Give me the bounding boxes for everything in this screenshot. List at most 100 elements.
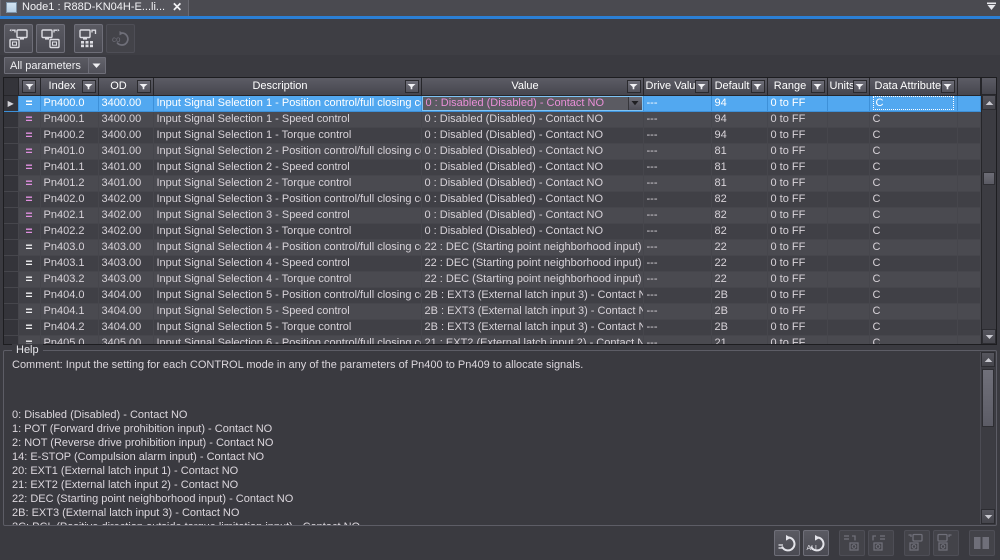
row-selector-cell[interactable]: ▶ bbox=[4, 95, 19, 112]
undo-select-icon bbox=[778, 535, 796, 552]
header-data-attribute[interactable]: Data Attribute bbox=[869, 78, 958, 96]
row-selector-cell[interactable] bbox=[4, 111, 19, 128]
cell-value[interactable]: 0 : Disabled (Disabled) - Contact NO bbox=[421, 143, 644, 160]
cell-value[interactable]: 0 : Disabled (Disabled) - Contact NO bbox=[421, 111, 644, 128]
row-selector-cell[interactable] bbox=[4, 159, 19, 176]
table-row[interactable]: = Pn403.1 3403.00 Input Signal Selection 4 … bbox=[4, 255, 981, 272]
grid-scroll-thumb[interactable] bbox=[983, 172, 995, 185]
help-scroll-down-button[interactable] bbox=[981, 509, 995, 524]
transfer-from-drive-button[interactable] bbox=[36, 24, 65, 53]
funnel-icon[interactable] bbox=[81, 79, 96, 93]
table-row[interactable]: = Pn405.0 3405.00 Input Signal Selection 6 … bbox=[4, 335, 981, 344]
cell-value[interactable]: 21 : EXT2 (External latch input 2) - Con… bbox=[421, 335, 644, 344]
chevron-down-icon[interactable] bbox=[627, 96, 642, 110]
row-selector-cell[interactable] bbox=[4, 319, 19, 336]
cell-value[interactable]: 0 : Disabled (Disabled) - Contact NO bbox=[421, 159, 644, 176]
row-selector-cell[interactable] bbox=[4, 239, 19, 256]
row-selector-cell[interactable] bbox=[4, 127, 19, 144]
grid-vertical-scrollbar[interactable] bbox=[981, 78, 996, 344]
row-selector-cell[interactable] bbox=[4, 175, 19, 192]
table-row[interactable]: = Pn401.0 3401.00 Input Signal Selection 2 … bbox=[4, 143, 981, 160]
table-row[interactable]: = Pn401.1 3401.00 Input Signal Selection 2 … bbox=[4, 159, 981, 176]
table-row[interactable]: = Pn402.2 3402.00 Input Signal Selection 3 … bbox=[4, 223, 981, 240]
row-selector-cell[interactable] bbox=[4, 303, 19, 320]
restore-default-button[interactable] bbox=[774, 530, 800, 556]
table-row[interactable]: ▶ = Pn400.0 3400.00 Input Signal Selection 1… bbox=[4, 95, 981, 112]
cell-value[interactable]: 0 : Disabled (Disabled) - Contact NO bbox=[421, 191, 644, 208]
cell-value[interactable]: 0 : Disabled (Disabled) - Contact NO bbox=[421, 223, 644, 240]
cell-drive-value: --- bbox=[643, 143, 712, 160]
tab-label: Node1 : R88D-KN04H-E...li... bbox=[22, 1, 166, 13]
cell-value[interactable]: 0 : Disabled (Disabled) - Contact NO bbox=[421, 175, 644, 192]
table-row[interactable]: = Pn404.1 3404.00 Input Signal Selection 5 … bbox=[4, 303, 981, 320]
funnel-icon[interactable] bbox=[404, 79, 419, 93]
header-status[interactable] bbox=[18, 78, 41, 96]
grid-scroll-up-button[interactable] bbox=[982, 95, 996, 110]
cell-index: Pn402.1 bbox=[40, 207, 99, 224]
table-row[interactable]: = Pn404.0 3404.00 Input Signal Selection 5 … bbox=[4, 287, 981, 304]
table-row[interactable]: = Pn400.1 3400.00 Input Signal Selection 1 … bbox=[4, 111, 981, 128]
row-selector-cell[interactable] bbox=[4, 223, 19, 240]
cell-value[interactable]: 2B : EXT3 (External latch input 3) - Con… bbox=[421, 319, 644, 336]
help-scroll-thumb[interactable] bbox=[982, 369, 994, 427]
cell-value[interactable]: 22 : DEC (Starting point neighborhood in… bbox=[421, 271, 644, 288]
transfer-to-drive-button[interactable] bbox=[4, 24, 33, 53]
funnel-icon[interactable] bbox=[940, 79, 955, 93]
header-od[interactable]: OD bbox=[98, 78, 154, 96]
compare-parameters-button[interactable] bbox=[74, 24, 103, 53]
row-selector-cell[interactable] bbox=[4, 191, 19, 208]
table-row[interactable]: = Pn403.2 3403.00 Input Signal Selection 4 … bbox=[4, 271, 981, 288]
row-selector-cell[interactable] bbox=[4, 207, 19, 224]
parameter-filter-select[interactable]: All parameters bbox=[4, 57, 106, 74]
help-vertical-scrollbar[interactable] bbox=[980, 352, 995, 524]
cell-value[interactable]: 22 : DEC (Starting point neighborhood in… bbox=[421, 255, 644, 272]
funnel-icon[interactable] bbox=[626, 79, 641, 93]
close-icon[interactable]: ✕ bbox=[170, 1, 182, 13]
restore-all-default-button[interactable]: ALL bbox=[803, 530, 829, 556]
table-row[interactable]: = Pn403.0 3403.00 Input Signal Selection 4 … bbox=[4, 239, 981, 256]
parameter-status-icon: = bbox=[25, 127, 33, 142]
table-row[interactable]: = Pn400.2 3400.00 Input Signal Selection 1 … bbox=[4, 127, 981, 144]
cell-drive-value: --- bbox=[643, 335, 712, 344]
grid-scroll-down-button[interactable] bbox=[982, 329, 996, 344]
chevron-down-icon[interactable] bbox=[87, 58, 105, 73]
table-row[interactable]: = Pn401.2 3401.00 Input Signal Selection 2 … bbox=[4, 175, 981, 192]
funnel-icon[interactable] bbox=[694, 79, 709, 93]
funnel-icon[interactable] bbox=[750, 79, 765, 93]
funnel-icon[interactable] bbox=[22, 79, 36, 93]
row-selector-cell[interactable] bbox=[4, 143, 19, 160]
header-value[interactable]: Value bbox=[421, 78, 644, 96]
header-default[interactable]: Default bbox=[711, 78, 768, 96]
funnel-icon[interactable] bbox=[852, 79, 867, 93]
cell-value[interactable]: 2B : EXT3 (External latch input 3) - Con… bbox=[421, 287, 644, 304]
funnel-icon[interactable] bbox=[810, 79, 825, 93]
cell-units bbox=[827, 143, 870, 160]
header-drive-value[interactable]: Drive Value bbox=[643, 78, 712, 96]
cell-value-editor[interactable]: 0 : Disabled (Disabled) - Contact NO bbox=[421, 95, 644, 112]
tab-node1[interactable]: Node1 : R88D-KN04H-E...li... ✕ bbox=[0, 0, 190, 16]
table-row[interactable]: = Pn402.1 3402.00 Input Signal Selection 3 … bbox=[4, 207, 981, 224]
cell-value[interactable]: 22 : DEC (Starting point neighborhood in… bbox=[421, 239, 644, 256]
header-description[interactable]: Description bbox=[153, 78, 422, 96]
row-selector-cell[interactable] bbox=[4, 287, 19, 304]
help-scroll-up-button[interactable] bbox=[981, 352, 995, 367]
table-body: ▶ = Pn400.0 3400.00 Input Signal Selection 1… bbox=[4, 95, 981, 344]
table-row[interactable]: = Pn404.2 3404.00 Input Signal Selection 5 … bbox=[4, 319, 981, 336]
header-units[interactable]: Units bbox=[827, 78, 870, 96]
header-index[interactable]: Index bbox=[40, 78, 99, 96]
cell-value[interactable]: 0 : Disabled (Disabled) - Contact NO bbox=[421, 207, 644, 224]
cell-description: Input Signal Selection 4 - Position cont… bbox=[153, 239, 422, 256]
cell-index: Pn402.2 bbox=[40, 223, 99, 240]
grid-scroll-track[interactable] bbox=[982, 110, 996, 329]
row-selector-cell[interactable] bbox=[4, 271, 19, 288]
cell-value[interactable]: 2B : EXT3 (External latch input 3) - Con… bbox=[421, 303, 644, 320]
row-selector-cell[interactable] bbox=[4, 255, 19, 272]
header-range[interactable]: Range bbox=[767, 78, 828, 96]
cell-value[interactable]: 0 : Disabled (Disabled) - Contact NO bbox=[421, 127, 644, 144]
tab-list-dropdown-button[interactable] bbox=[982, 0, 1000, 16]
row-status-cell: = bbox=[18, 287, 41, 304]
funnel-icon[interactable] bbox=[136, 79, 151, 93]
parameter-status-icon: = bbox=[25, 271, 33, 286]
help-scroll-track[interactable] bbox=[981, 367, 995, 509]
table-row[interactable]: = Pn402.0 3402.00 Input Signal Selection 3 … bbox=[4, 191, 981, 208]
